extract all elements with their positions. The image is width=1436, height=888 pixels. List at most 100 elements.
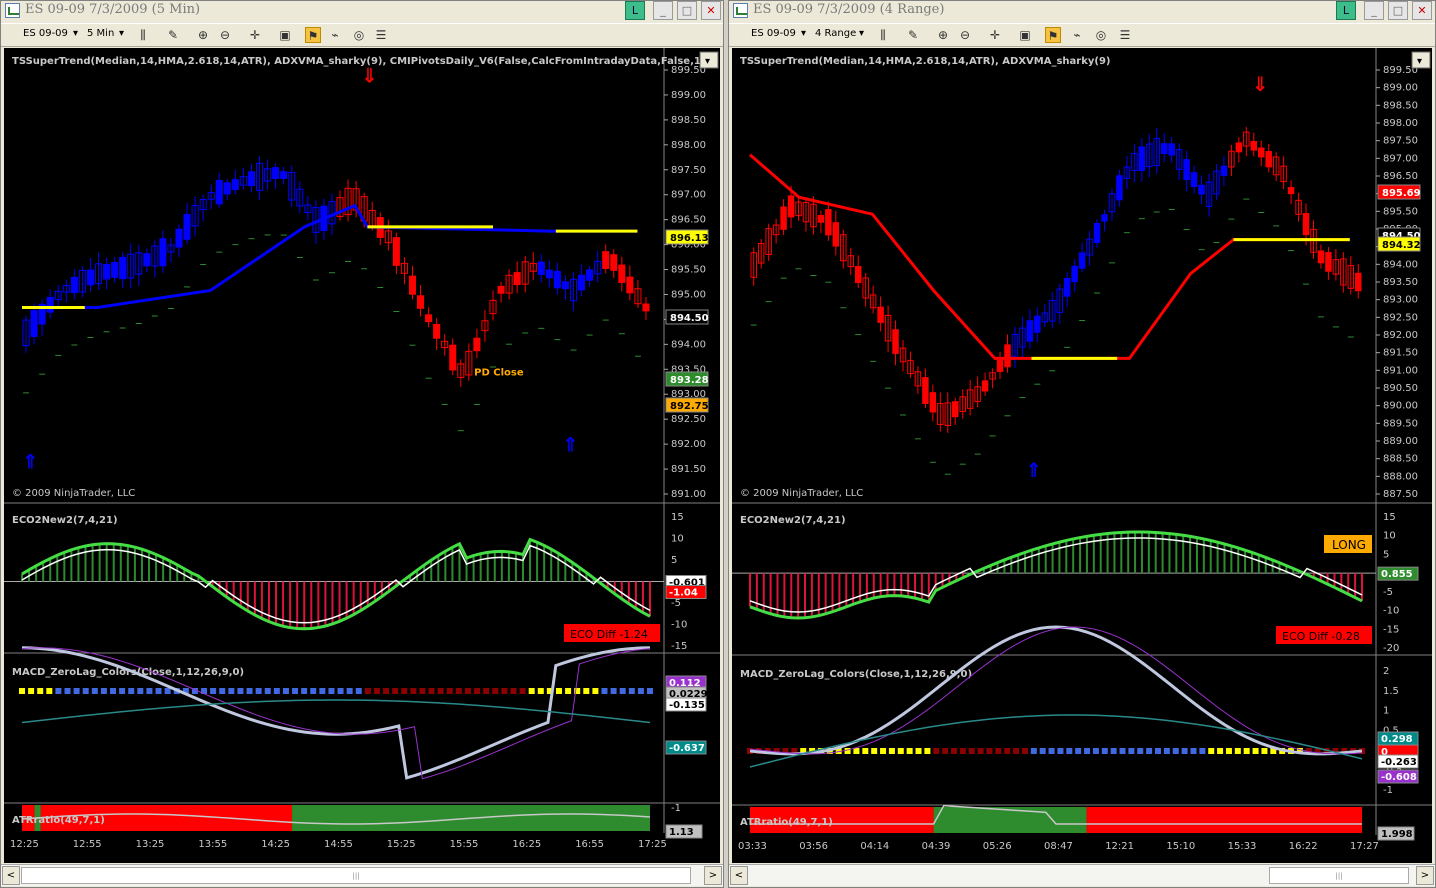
time-tick-label: 05:26 bbox=[983, 841, 1012, 852]
maximize-button[interactable]: □ bbox=[677, 1, 697, 20]
macd-zero-dot bbox=[1101, 748, 1108, 754]
scroll-thumb[interactable] bbox=[1269, 867, 1409, 884]
eco-tick-label: -10 bbox=[671, 620, 687, 631]
instrument-selector[interactable]: ES 09-09 bbox=[23, 28, 68, 39]
time-tick-label: 17:27 bbox=[1350, 841, 1379, 852]
supertrend-line bbox=[22, 203, 638, 309]
window-title: ES 09-09 7/3/2009 (5 Min) bbox=[25, 2, 201, 17]
macd-zero-dot bbox=[73, 688, 80, 694]
minimize-button[interactable]: _ bbox=[1364, 1, 1384, 20]
macd-zero-dot bbox=[82, 688, 89, 694]
strategies-icon[interactable]: ⌁ bbox=[327, 27, 343, 43]
macd-zero-dot bbox=[1057, 748, 1064, 754]
candle-body bbox=[1287, 187, 1295, 195]
chart-canvas[interactable]: 899.50899.00898.50898.00897.50897.00896.… bbox=[4, 48, 720, 863]
price-tick-label: 895.50 bbox=[1383, 206, 1418, 217]
period-selector[interactable]: 5 Min bbox=[87, 28, 114, 39]
indicator-label: TSSuperTrend(Median,14,HMA,2.618,14,ATR)… bbox=[740, 56, 1110, 67]
period-dropdown-icon[interactable]: ▾ bbox=[119, 28, 124, 39]
candle-body bbox=[1302, 213, 1310, 236]
macd-zero-dot bbox=[282, 688, 289, 694]
macd-zero-dot bbox=[91, 688, 98, 694]
zoom-out-icon[interactable]: ⊖ bbox=[957, 27, 973, 43]
link-button[interactable]: L bbox=[1336, 1, 1356, 20]
macd-zero-dot bbox=[610, 688, 617, 694]
period-dropdown-icon[interactable]: ▾ bbox=[859, 28, 864, 39]
candle-body bbox=[854, 266, 862, 284]
horizontal-scrollbar[interactable]: < > bbox=[729, 864, 1435, 886]
price-tick-label: 895.00 bbox=[671, 289, 706, 300]
macd-zero-dot bbox=[437, 688, 444, 694]
candle-body bbox=[626, 276, 634, 294]
price-tick-label: 887.50 bbox=[1383, 489, 1418, 500]
chart-window-right[interactable]: ES 09-09 7/3/2009 (4 Range) L _ □ ✕ ES 0… bbox=[728, 0, 1436, 888]
period-selector[interactable]: 4 Range bbox=[815, 28, 856, 39]
chart-area[interactable]: 899.50 899.00 898.50 898.00 897.50 897.00 896.… bbox=[4, 48, 720, 863]
scroll-left-button[interactable]: < bbox=[730, 866, 748, 885]
instrument-selector[interactable]: ES 09-09 bbox=[751, 28, 796, 39]
macd-zero-dot bbox=[328, 688, 335, 694]
link-button[interactable]: L bbox=[625, 1, 645, 20]
chart-canvas[interactable]: 899.50899.00898.50898.00897.50897.00896.… bbox=[732, 48, 1432, 863]
title-bar[interactable]: ES 09-09 7/3/2009 (4 Range) L _ □ ✕ bbox=[729, 1, 1435, 21]
candle-body bbox=[143, 253, 151, 267]
macd-zero-dot bbox=[373, 688, 380, 694]
candle-body bbox=[892, 329, 899, 354]
instrument-dropdown-icon[interactable]: ▾ bbox=[73, 28, 78, 39]
eco-badge-text: 0.855 bbox=[1381, 569, 1413, 580]
chart-area[interactable]: 899.50 899.00 898.50 898.00 897.50 897.00 896.… bbox=[732, 48, 1432, 863]
candle-body bbox=[832, 222, 840, 247]
drawing-tool-icon[interactable]: ✎ bbox=[165, 27, 181, 43]
global-crosshair-icon[interactable]: ◎ bbox=[1093, 27, 1109, 43]
scroll-left-button[interactable]: < bbox=[2, 866, 20, 885]
indicators-icon[interactable]: ⚑ bbox=[1045, 27, 1061, 43]
global-crosshair-icon[interactable]: ◎ bbox=[351, 27, 367, 43]
drawing-tool-icon[interactable]: ✎ bbox=[905, 27, 921, 43]
macd-zero-dot bbox=[1155, 748, 1161, 754]
candle-body bbox=[46, 296, 54, 313]
macd-zero-dot bbox=[64, 688, 71, 694]
macd-tick-label: -1 bbox=[1383, 785, 1393, 796]
data-box-icon[interactable]: ☰ bbox=[1117, 27, 1133, 43]
bar-type-icon[interactable]: ⫼ bbox=[135, 27, 151, 43]
macd-badge-text: -0.135 bbox=[669, 700, 705, 711]
crosshair-icon[interactable]: ✛ bbox=[987, 27, 1003, 43]
close-button[interactable]: ✕ bbox=[1412, 1, 1432, 20]
instrument-dropdown-icon[interactable]: ▾ bbox=[801, 28, 806, 39]
horizontal-scrollbar[interactable]: < > bbox=[1, 864, 723, 886]
candle-body bbox=[1063, 278, 1071, 297]
copyright-label: © 2009 NinjaTrader, LLC bbox=[740, 488, 863, 499]
properties-icon[interactable]: ▣ bbox=[1017, 27, 1033, 43]
data-box-icon[interactable]: ☰ bbox=[373, 27, 389, 43]
candle-body bbox=[586, 269, 594, 281]
macd-zero-dot bbox=[1243, 748, 1250, 754]
minimize-button[interactable]: _ bbox=[653, 1, 673, 20]
crosshair-icon[interactable]: ✛ bbox=[247, 27, 263, 43]
bar-type-icon[interactable]: ⫼ bbox=[875, 27, 891, 43]
maximize-button[interactable]: □ bbox=[1388, 1, 1408, 20]
zoom-in-icon[interactable]: ⊕ bbox=[935, 27, 951, 43]
chart-app-icon bbox=[733, 3, 748, 18]
macd-zero-dot bbox=[464, 688, 471, 694]
macd-zero-dot bbox=[337, 688, 344, 694]
price-tick-label: 891.50 bbox=[671, 464, 706, 475]
macd-zero-dot bbox=[319, 688, 326, 694]
macd-zero-dot bbox=[428, 688, 435, 694]
atr-badge-text: 1.13 bbox=[669, 827, 694, 838]
zoom-in-icon[interactable]: ⊕ bbox=[195, 27, 211, 43]
macd-badge-text: -0.637 bbox=[669, 743, 705, 754]
macd-zero-dot bbox=[933, 748, 940, 754]
close-button[interactable]: ✕ bbox=[701, 1, 721, 20]
scroll-right-button[interactable]: > bbox=[704, 866, 722, 885]
macd-zero-dot bbox=[301, 688, 308, 694]
macd-zero-dot bbox=[1075, 748, 1082, 754]
title-bar[interactable]: ES 09-09 7/3/2009 (5 Min) L _ □ ✕ bbox=[1, 1, 723, 21]
indicators-icon[interactable]: ⚑ bbox=[305, 27, 321, 43]
zoom-out-icon[interactable]: ⊖ bbox=[217, 27, 233, 43]
chart-window-left[interactable]: ES 09-09 7/3/2009 (5 Min) L _ □ ✕ ES 09-… bbox=[0, 0, 724, 888]
scroll-right-button[interactable]: > bbox=[1416, 866, 1434, 885]
properties-icon[interactable]: ▣ bbox=[277, 27, 293, 43]
macd-zero-dot bbox=[637, 688, 644, 694]
scroll-thumb[interactable] bbox=[21, 867, 691, 884]
strategies-icon[interactable]: ⌁ bbox=[1069, 27, 1085, 43]
